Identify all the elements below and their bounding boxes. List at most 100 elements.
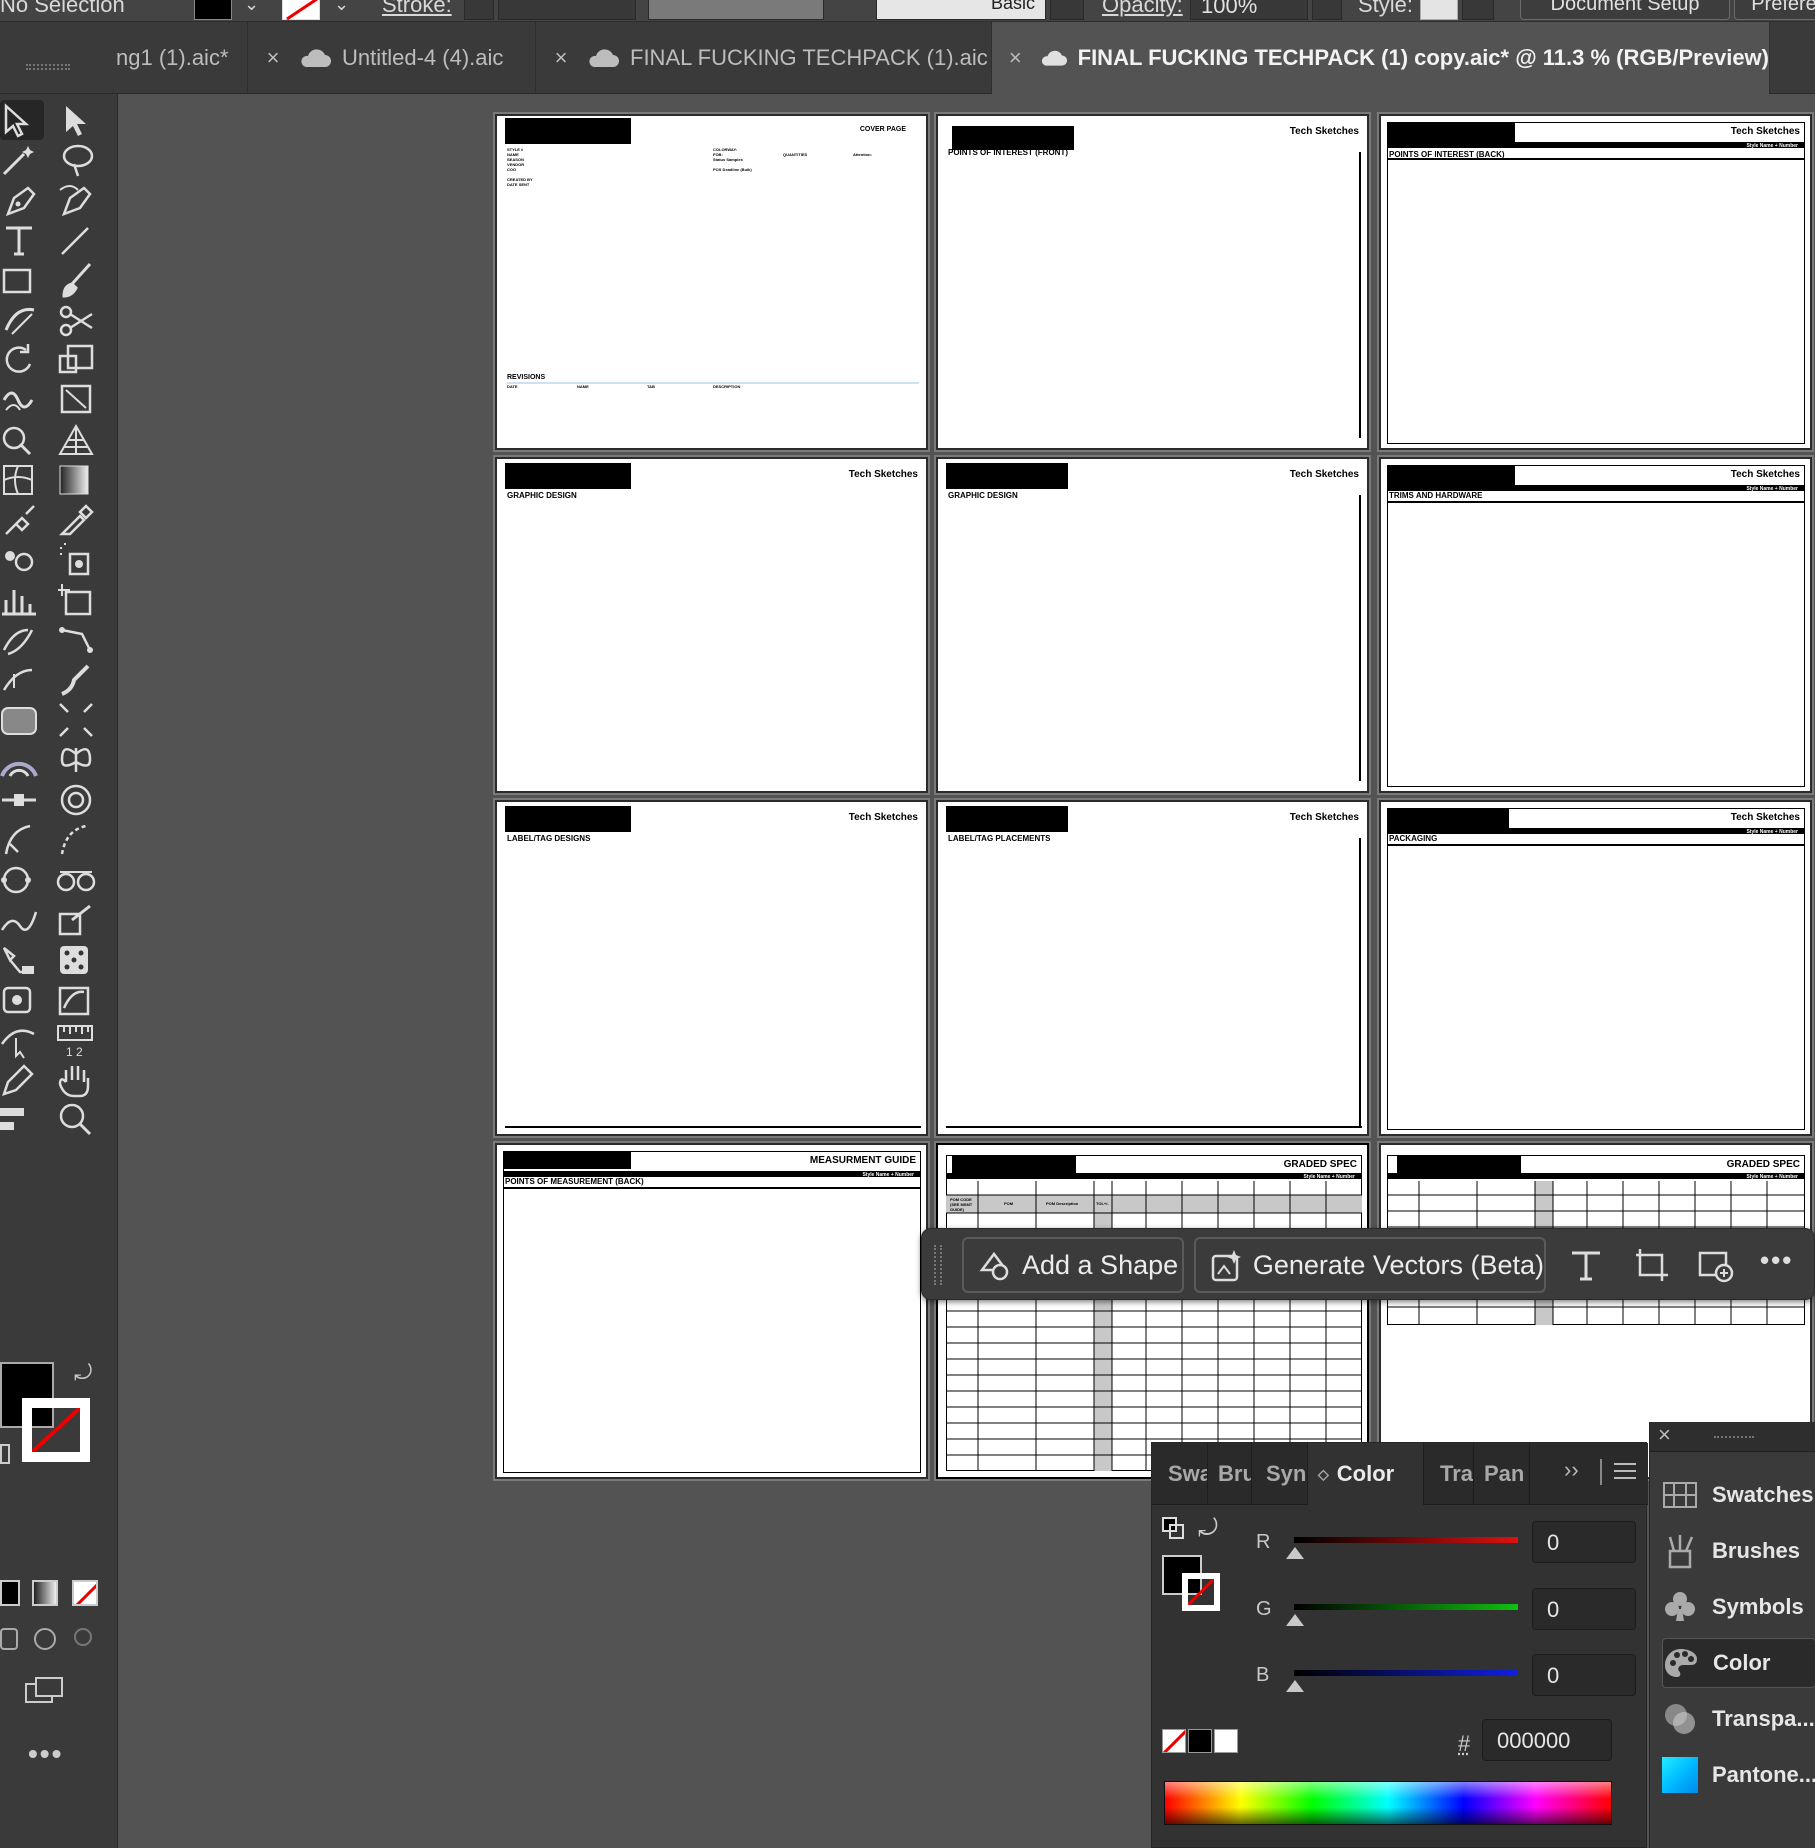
smooth-path-icon[interactable] (0, 900, 44, 940)
ellipse-path-icon[interactable] (0, 860, 44, 900)
rectangle-tool-icon[interactable] (0, 260, 44, 300)
stroke-dropdown-chevron-icon[interactable]: ⌄ (334, 0, 349, 15)
gradient-mode-icon[interactable] (32, 1580, 58, 1606)
dock-grip[interactable] (1714, 1436, 1754, 1440)
scale-tool-icon[interactable] (56, 340, 100, 380)
dock-item-color[interactable]: Color (1662, 1638, 1815, 1688)
type-tool-icon[interactable] (0, 220, 44, 260)
blob-brush-tool-icon[interactable] (56, 660, 100, 700)
dice-icon[interactable] (56, 940, 100, 980)
shaper-tool-icon[interactable] (0, 300, 44, 340)
bar-align-icon[interactable] (0, 1100, 44, 1140)
line-segment-tool-icon[interactable] (56, 220, 100, 260)
measure-ruler-icon[interactable]: 1 2 (56, 1020, 100, 1060)
free-transform-tool-icon[interactable] (56, 380, 100, 420)
zoom-tool-icon[interactable] (56, 1100, 100, 1140)
stroke-weight-stepper[interactable] (464, 0, 494, 20)
gradient-tool-icon[interactable] (56, 460, 100, 500)
artboard-poi-back[interactable]: Tech Sketches Style Name + Number POINTS… (1377, 112, 1814, 452)
green-value-field[interactable]: 0 (1532, 1588, 1636, 1630)
drag-handle-icon[interactable] (934, 1245, 942, 1285)
default-fill-stroke-icon[interactable] (1162, 1517, 1184, 1539)
style-dropdown[interactable] (1462, 0, 1494, 20)
slice-tool-icon[interactable] (0, 620, 44, 660)
puppet-warp-tool-icon[interactable] (56, 620, 100, 660)
color-spectrum[interactable] (1164, 1781, 1612, 1825)
tab-document-1[interactable]: ng1 (1).aic* (0, 22, 248, 94)
green-slider-thumb[interactable] (1286, 1614, 1304, 1626)
rainbow-arc-icon[interactable] (0, 740, 44, 780)
panel-overflow-icon[interactable]: ›› (1564, 1457, 1579, 1483)
preferences-button[interactable]: Prefere (1734, 0, 1815, 20)
perspective-grid-tool-icon[interactable] (56, 420, 100, 460)
stroke-color-box[interactable] (1182, 1573, 1220, 1611)
none-color-icon[interactable] (1162, 1729, 1186, 1753)
blue-value-field[interactable]: 0 (1532, 1654, 1636, 1696)
default-colors-icon[interactable] (0, 1444, 10, 1464)
artboard-trims-hardware[interactable]: Tech Sketches Style Name + Number TRIMS … (1377, 455, 1814, 795)
white-swatch[interactable] (1214, 1729, 1238, 1753)
paintbrush-tool-icon[interactable] (56, 260, 100, 300)
document-setup-button[interactable]: Document Setup (1520, 0, 1730, 20)
place-image-icon[interactable] (1698, 1247, 1734, 1283)
tab-symbols[interactable]: Syn (1252, 1443, 1308, 1505)
texture-swatch-icon[interactable] (0, 700, 44, 740)
stroke-color-box[interactable] (22, 1398, 90, 1462)
stroke-label[interactable]: Stroke: (382, 0, 452, 18)
pen-tool-icon[interactable] (0, 180, 44, 220)
artboard-graphic-design-2[interactable]: Tech Sketches GRAPHIC DESIGN (934, 455, 1371, 795)
artboard-packaging[interactable]: Tech Sketches Style Name + Number PACKAG… (1377, 798, 1814, 1138)
blue-slider-thumb[interactable] (1286, 1680, 1304, 1692)
hex-value-field[interactable]: 000000 (1482, 1719, 1612, 1761)
symbol-spray-can-icon[interactable] (56, 540, 100, 580)
opacity-arrow[interactable] (1312, 0, 1342, 20)
none-mode-icon[interactable] (72, 1580, 98, 1606)
color-mode-icon[interactable] (0, 1580, 20, 1606)
butterfly-icon[interactable] (56, 740, 100, 780)
close-icon[interactable]: × (550, 45, 572, 71)
warp-tool-icon[interactable] (0, 380, 44, 420)
swap-icon[interactable]: ⤾ (1198, 1515, 1218, 1543)
close-icon[interactable]: × (262, 45, 284, 71)
curvature-tool-icon[interactable] (56, 180, 100, 220)
red-slider-thumb[interactable] (1286, 1547, 1304, 1559)
add-shape-button[interactable]: Add a Shape (962, 1237, 1184, 1293)
magic-wand-tool-icon[interactable] (0, 140, 44, 180)
column-graph-tool-icon[interactable] (0, 580, 44, 620)
artboard-cover-page[interactable]: COVER PAGE STYLE # NAME SEASON VENDOR CO… (493, 112, 930, 452)
spiral-icon[interactable] (56, 780, 100, 820)
red-slider[interactable] (1294, 1537, 1518, 1543)
red-value-field[interactable]: 0 (1532, 1521, 1636, 1563)
stroke-swatch[interactable] (282, 0, 320, 21)
symbol-sprayer-tool-icon[interactable] (0, 540, 44, 580)
close-icon[interactable]: × (1006, 45, 1025, 71)
blue-slider[interactable] (1294, 1670, 1518, 1676)
dock-item-swatches[interactable]: Swatches (1662, 1470, 1815, 1520)
artboard-poi-front[interactable]: Tech Sketches POINTS OF INTEREST (FRONT) (934, 112, 1371, 452)
dock-item-transparency[interactable]: Transpa... (1662, 1694, 1815, 1744)
connector-tool-icon[interactable] (0, 780, 44, 820)
tab-pantone[interactable]: Pan (1474, 1443, 1530, 1505)
target-move-icon[interactable] (0, 980, 44, 1020)
draw-inside-icon[interactable] (74, 1628, 92, 1646)
panel-grip[interactable] (26, 64, 70, 70)
close-icon[interactable]: × (1658, 1422, 1671, 1448)
black-swatch[interactable] (1188, 1729, 1212, 1753)
hand-tool-icon[interactable] (56, 1060, 100, 1100)
stroke-weight-field[interactable] (498, 0, 636, 20)
variable-width-profile[interactable] (648, 0, 824, 20)
crop-image-tool-icon[interactable] (56, 700, 100, 740)
draw-behind-icon[interactable] (34, 1628, 56, 1650)
type-icon[interactable] (1568, 1247, 1604, 1283)
artboard-tool-icon[interactable] (56, 580, 100, 620)
tab-document-2[interactable]: × Untitled-4 (4).aic (248, 22, 536, 94)
dock-item-brushes[interactable]: Brushes (1662, 1526, 1815, 1576)
dock-item-pantone[interactable]: Pantone... (1662, 1750, 1815, 1800)
mockup-tool-icon[interactable] (0, 940, 44, 980)
tab-color[interactable]: ◇ Color (1308, 1443, 1424, 1505)
opacity-label[interactable]: Opacity: (1102, 0, 1183, 18)
brush-definition[interactable]: Basic (876, 0, 1046, 20)
swap-fill-stroke-icon[interactable]: ⤾ (74, 1360, 98, 1385)
crop-artboard-icon[interactable] (1634, 1247, 1670, 1283)
artboard-graded-spec-1[interactable]: GRADED SPEC Style Name + Number POM CODE… (934, 1141, 1371, 1481)
